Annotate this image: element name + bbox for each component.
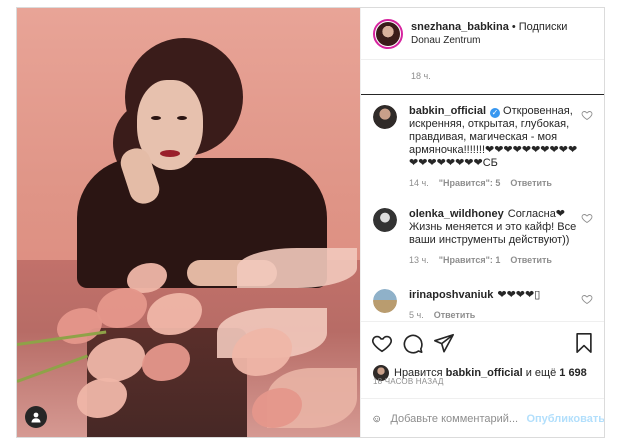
likes-count[interactable]: 1 698 — [559, 367, 587, 379]
comment-meta: 13 ч. "Нравится": 1 Ответить — [409, 254, 579, 267]
comment-time[interactable]: 14 ч. — [409, 178, 429, 188]
like-comment-heart-icon[interactable] — [581, 212, 593, 224]
post-side-panel: snezhana_babkina • Подписки Donau Zentrum … — [360, 8, 604, 437]
comment-meta: 5 ч. Ответить — [409, 309, 579, 321]
commenter-username[interactable]: irinaposhvaniuk — [409, 289, 493, 301]
reply-button[interactable]: Ответить — [510, 255, 552, 265]
share-icon[interactable] — [433, 332, 455, 354]
header-separator: • — [511, 20, 516, 33]
comments-list[interactable]: 18 ч. babkin_official ✓ Откровенная, искре… — [361, 61, 604, 321]
add-comment-bar: Опубликовать — [361, 398, 604, 437]
heart-icon[interactable] — [371, 332, 393, 354]
like-comment-heart-icon[interactable] — [581, 109, 593, 121]
photo-leaf — [237, 248, 357, 288]
reply-button[interactable]: Ответить — [510, 178, 552, 188]
photo-eye-left — [151, 116, 161, 120]
author-username[interactable]: snezhana_babkina — [411, 21, 509, 33]
verified-badge-icon: ✓ — [490, 108, 501, 118]
previous-comment-time: 18 ч. — [411, 71, 431, 81]
likes-user[interactable]: babkin_official — [446, 367, 523, 379]
publish-button[interactable]: Опубликовать — [526, 413, 604, 425]
commenter-username[interactable]: olenka_wildhoney — [409, 208, 504, 220]
comment-body: olenka_wildhoney Согласна❤ Жизнь меняется… — [409, 208, 579, 267]
reply-button[interactable]: Ответить — [434, 310, 476, 320]
post-card: snezhana_babkina • Подписки Donau Zentrum … — [16, 7, 605, 438]
comment-input[interactable] — [390, 413, 521, 425]
commenter-avatar[interactable] — [373, 105, 397, 129]
comment-body: babkin_official ✓ Откровенная, искренняя, … — [409, 105, 579, 190]
commenter-avatar[interactable] — [373, 208, 397, 232]
photo-lips — [160, 150, 180, 157]
commenter-username[interactable]: babkin_official — [409, 105, 486, 117]
comment-body: irinaposhvaniuk ❤❤❤❤▯ 5 ч. Ответить — [409, 289, 579, 321]
post-location[interactable]: Donau Zentrum — [411, 34, 567, 48]
photo-eye-right — [177, 116, 187, 120]
comment-text: ❤❤❤❤▯ — [497, 289, 541, 301]
likes-suffix: и ещё — [525, 367, 557, 379]
user-icon — [31, 412, 41, 423]
user-tag-button[interactable] — [25, 406, 47, 428]
following-button[interactable]: Подписки — [519, 21, 568, 33]
comment-likes[interactable]: "Нравится": 1 — [439, 255, 501, 265]
post-photo[interactable] — [17, 8, 360, 437]
header-text: snezhana_babkina • Подписки Donau Zentrum — [411, 20, 567, 48]
emoji-icon[interactable] — [373, 409, 380, 429]
comment-time[interactable]: 5 ч. — [409, 310, 424, 320]
author-avatar[interactable] — [373, 18, 403, 49]
bookmark-icon[interactable] — [573, 332, 595, 354]
post-date[interactable]: 18 ЧАСОВ НАЗАД — [373, 377, 444, 386]
divider — [361, 94, 604, 95]
scrollbar[interactable] — [602, 61, 604, 94]
comment-meta: 14 ч. "Нравится": 5 Ответить — [409, 177, 579, 190]
like-comment-heart-icon[interactable] — [581, 293, 593, 305]
comment-icon[interactable] — [402, 332, 424, 354]
comment-time[interactable]: 13 ч. — [409, 255, 429, 265]
comment-likes[interactable]: "Нравится": 5 — [439, 178, 501, 188]
post-header: snezhana_babkina • Подписки Donau Zentrum — [361, 8, 604, 60]
commenter-avatar[interactable] — [373, 289, 397, 313]
